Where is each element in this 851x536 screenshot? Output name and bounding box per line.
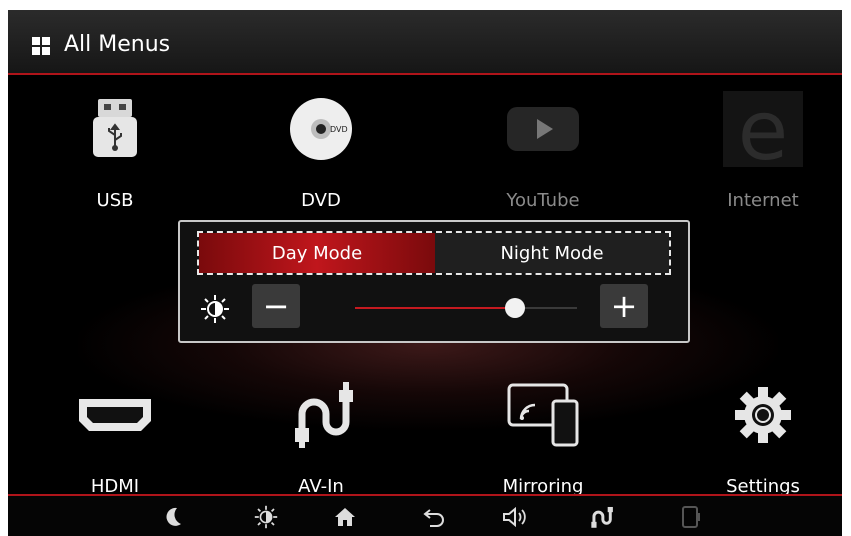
- mode-segmented-control: Day Mode Night Mode: [197, 231, 671, 275]
- menu-item-internet[interactable]: e Internet: [688, 90, 838, 211]
- av-in-icon: [246, 376, 396, 454]
- av-in-icon[interactable]: [586, 502, 616, 532]
- menu-item-label: DVD: [301, 190, 341, 211]
- menu-item-usb[interactable]: USB: [40, 90, 190, 211]
- menu-item-settings[interactable]: Settings: [688, 376, 838, 497]
- menu-item-dvd[interactable]: DVD DVD: [246, 90, 396, 211]
- day-mode-button[interactable]: Day Mode: [199, 233, 435, 273]
- moon-icon[interactable]: [158, 502, 188, 532]
- phone-icon[interactable]: [676, 502, 706, 532]
- menu-item-av-in[interactable]: AV-In: [246, 376, 396, 497]
- usb-icon: [40, 90, 190, 168]
- internet-icon: e: [688, 90, 838, 168]
- gear-icon: [688, 376, 838, 454]
- brightness-slider-knob[interactable]: [504, 298, 525, 318]
- brightness-icon[interactable]: [251, 502, 281, 532]
- volume-icon[interactable]: [500, 502, 530, 532]
- menu-item-mirroring[interactable]: Mirroring: [468, 376, 618, 497]
- brightness-slider[interactable]: [355, 298, 577, 318]
- home-icon[interactable]: [330, 502, 360, 532]
- brightness-slider-fill: [355, 307, 515, 309]
- menu-item-label: Internet: [727, 190, 799, 211]
- screen: All Menus USB DVD DVD YouTube e Internet…: [8, 10, 842, 536]
- menu-item-label: YouTube: [506, 190, 580, 211]
- back-icon[interactable]: [419, 502, 449, 532]
- menu-item-label: USB: [96, 190, 134, 211]
- brightness-increase-button[interactable]: +: [600, 284, 648, 328]
- svg-text:DVD: DVD: [330, 125, 348, 134]
- menu-item-hdmi[interactable]: HDMI: [40, 376, 190, 497]
- night-mode-button[interactable]: Night Mode: [435, 233, 669, 273]
- page-title: All Menus: [64, 32, 171, 57]
- dvd-icon: DVD: [246, 90, 396, 168]
- brightness-decrease-button[interactable]: −: [252, 284, 300, 328]
- display-popup: Day Mode Night Mode − +: [178, 220, 690, 343]
- hdmi-icon: [40, 376, 190, 454]
- brightness-icon: [200, 294, 230, 328]
- bottom-bar: [8, 494, 842, 536]
- youtube-icon: [468, 90, 618, 168]
- svg-text:e: e: [738, 91, 788, 167]
- grid-icon: [32, 37, 50, 55]
- mirroring-icon: [468, 376, 618, 454]
- title-bar: All Menus: [8, 10, 842, 75]
- menu-item-youtube[interactable]: YouTube: [468, 90, 618, 211]
